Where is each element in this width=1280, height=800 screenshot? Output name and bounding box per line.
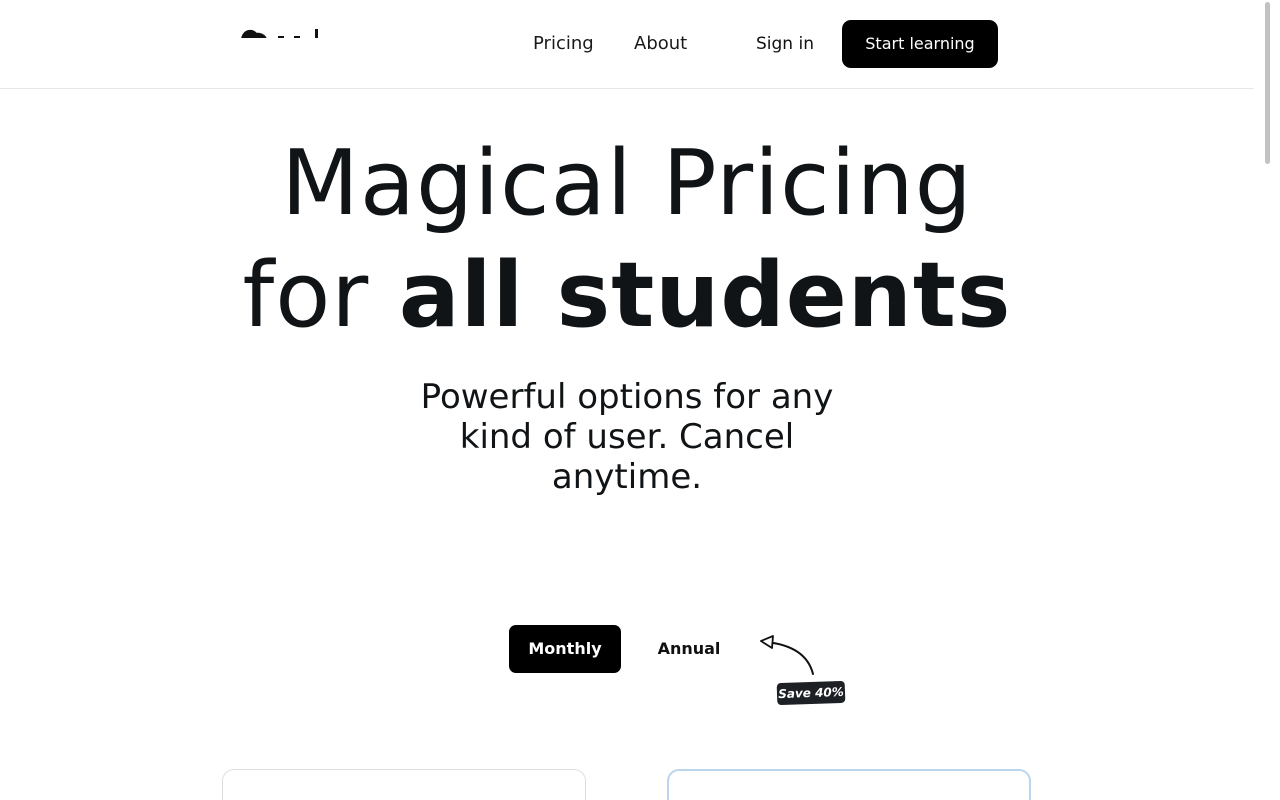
nav-link-pricing[interactable]: Pricing bbox=[533, 31, 594, 57]
pricing-page: Pricing About Sign in Start learning Mag… bbox=[0, 0, 1280, 800]
pricing-card-featured bbox=[667, 769, 1031, 800]
billing-annual-toggle[interactable]: Annual bbox=[641, 625, 737, 673]
billing-monthly-toggle[interactable]: Monthly bbox=[509, 625, 621, 673]
hero-title-emphasis: all students bbox=[398, 243, 1012, 348]
hero-title-line-1: Magical Pricing bbox=[281, 131, 973, 236]
site-header: Pricing About Sign in Start learning bbox=[0, 0, 1254, 89]
hero-title-line-2: for all students bbox=[0, 240, 1254, 352]
logo-icon bbox=[241, 29, 318, 38]
logo[interactable] bbox=[238, 24, 322, 38]
nav-link-about[interactable]: About bbox=[634, 31, 687, 57]
hero-subtitle: Powerful options for any kind of user. C… bbox=[420, 377, 834, 497]
hero-title-prefix: for bbox=[242, 243, 399, 348]
save-badge: Save 40% bbox=[776, 680, 846, 706]
start-learning-button[interactable]: Start learning bbox=[842, 20, 998, 68]
scrollbar-thumb[interactable] bbox=[1265, 2, 1270, 164]
pricing-card-basic bbox=[222, 769, 586, 800]
sign-in-link[interactable]: Sign in bbox=[756, 32, 814, 56]
curved-arrow-icon bbox=[760, 635, 814, 675]
